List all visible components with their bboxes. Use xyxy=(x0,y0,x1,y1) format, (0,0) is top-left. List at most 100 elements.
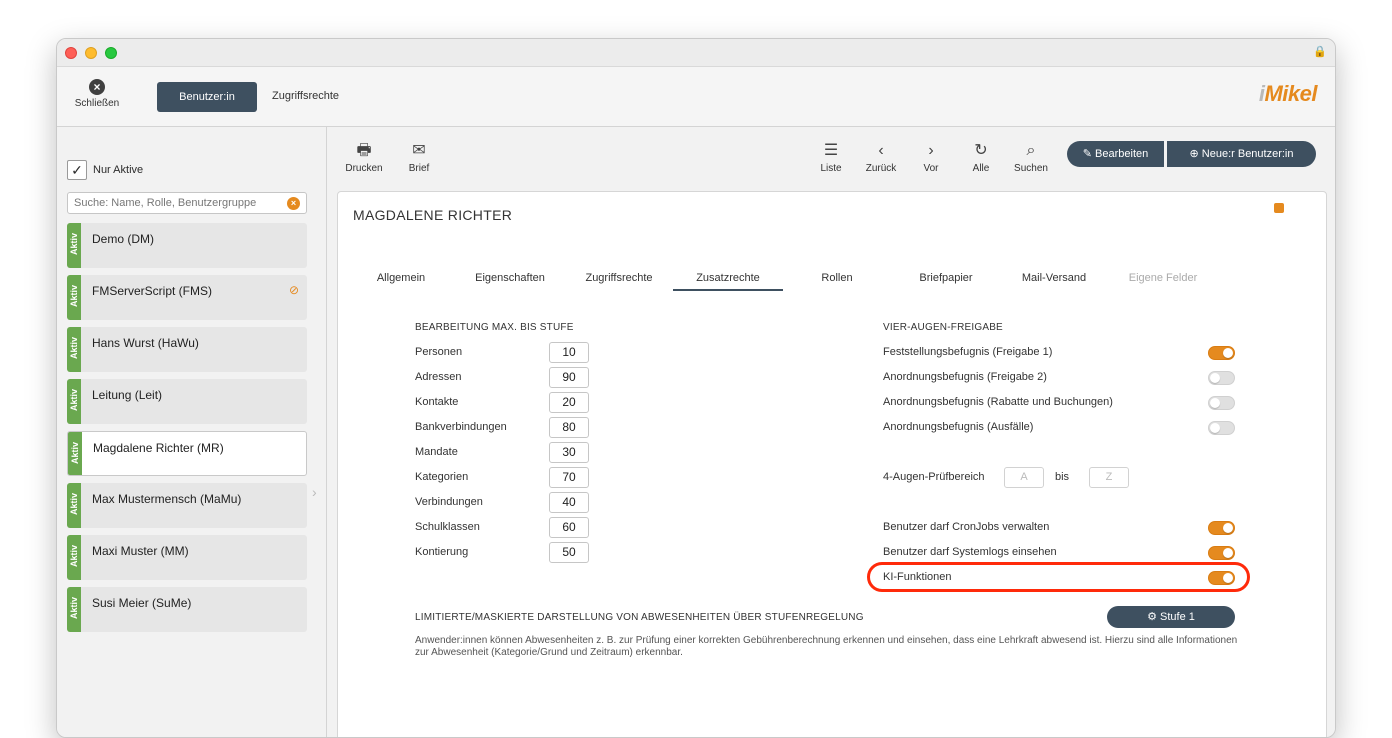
tab-mail-versand[interactable]: Mail-Versand xyxy=(999,272,1109,289)
tab-benutzer[interactable]: Benutzer:in xyxy=(157,82,257,112)
user-list-item[interactable]: Aktiv Hans Wurst (HaWu) xyxy=(67,327,307,372)
level-input[interactable]: 70 xyxy=(549,467,589,488)
level-input[interactable]: 40 xyxy=(549,492,589,513)
toggle-freigabe-1[interactable] xyxy=(1208,346,1235,360)
level-input[interactable]: 10 xyxy=(549,342,589,363)
printer-icon: 🖶 xyxy=(356,142,372,159)
note-icon[interactable] xyxy=(1274,203,1284,213)
all-button[interactable]: ↻ Alle xyxy=(959,141,1003,174)
filter-label: Nur Aktive xyxy=(93,164,144,176)
field-label: Kategorien xyxy=(415,471,469,483)
level-input[interactable]: 80 xyxy=(549,417,589,438)
status-strip: Aktiv xyxy=(67,535,81,580)
user-name: Max Mustermensch (MaMu) xyxy=(92,492,242,506)
forward-button[interactable]: › Vor xyxy=(909,141,953,174)
chevron-right-icon: › xyxy=(312,484,317,500)
print-label: Drucken xyxy=(345,163,383,174)
user-list-item-selected[interactable]: Aktiv Magdalene Richter (MR) xyxy=(67,431,307,476)
tab-zugriffsrechte[interactable]: Zugriffsrechte xyxy=(272,90,339,102)
user-name: Leitung (Leit) xyxy=(92,388,163,402)
stufe-button[interactable]: ⚙ Stufe 1 xyxy=(1107,606,1235,628)
page-title: MAGDALENE RICHTER xyxy=(353,207,513,223)
user-name: Demo (DM) xyxy=(92,232,154,246)
field-label: Kontakte xyxy=(415,396,459,408)
range-to-input[interactable]: Z xyxy=(1089,467,1129,488)
forward-label: Vor xyxy=(923,163,939,174)
tab-eigenschaften[interactable]: Eigenschaften xyxy=(455,272,565,289)
pencil-icon: ✎ xyxy=(1082,148,1096,160)
title-bar: 🔒 xyxy=(57,39,1335,67)
nur-aktive-checkbox[interactable]: ✓ xyxy=(67,160,87,180)
user-name: Susi Meier (SuMe) xyxy=(92,596,192,610)
user-list-item[interactable]: Aktiv Maxi Muster (MM) xyxy=(67,535,307,580)
list-label: Liste xyxy=(820,163,842,174)
close-window-button[interactable] xyxy=(65,47,77,59)
stufe-label: Stufe 1 xyxy=(1160,611,1195,623)
section-vier-augen-heading: VIER-AUGEN-FREIGABE xyxy=(883,322,1003,333)
tab-briefpapier[interactable]: Briefpapier xyxy=(891,272,1001,289)
lock-icon: 🔒 xyxy=(1313,46,1327,58)
toggle-freigabe-2[interactable] xyxy=(1208,371,1235,385)
ki-highlight-outline xyxy=(867,562,1250,592)
letter-button[interactable]: ✉ Brief xyxy=(397,141,441,174)
field-label: Adressen xyxy=(415,371,462,383)
clear-search-icon[interactable]: × xyxy=(287,197,300,210)
field-label: Bankverbindungen xyxy=(415,421,507,433)
zoom-window-button[interactable] xyxy=(105,47,117,59)
edit-label: Bearbeiten xyxy=(1095,148,1149,160)
toggle-systemlogs[interactable] xyxy=(1208,546,1235,560)
level-input[interactable]: 90 xyxy=(549,367,589,388)
close-label: Schließen xyxy=(74,98,120,109)
user-list-item[interactable]: Aktiv Demo (DM) xyxy=(67,223,307,268)
user-list-item[interactable]: Aktiv FMServerScript (FMS) ⊘ xyxy=(67,275,307,320)
plus-circle-icon: ⊕ xyxy=(1189,148,1202,160)
field-label: Personen xyxy=(415,346,463,358)
range-from-input[interactable]: A xyxy=(1004,467,1044,488)
detail-card: MAGDALENE RICHTER Allgemein Eigenschafte… xyxy=(337,191,1327,737)
field-label: Mandate xyxy=(415,446,458,458)
imikel-logo: iMikel xyxy=(1258,81,1318,106)
status-strip: Aktiv xyxy=(67,223,81,268)
list-button[interactable]: ☰ Liste xyxy=(809,141,853,174)
tab-zusatzrechte[interactable]: Zusatzrechte xyxy=(673,272,783,291)
range-separator: bis xyxy=(1055,471,1070,483)
tab-allgemein[interactable]: Allgemein xyxy=(346,272,456,289)
back-label: Zurück xyxy=(865,163,897,174)
absence-description: Anwender:innen können Abwesenheiten z. B… xyxy=(415,635,1238,658)
tab-zugriffsrechte[interactable]: Zugriffsrechte xyxy=(564,272,674,289)
toggle-ausfaelle[interactable] xyxy=(1208,421,1235,435)
field-label: Verbindungen xyxy=(415,496,483,508)
new-user-button[interactable]: ⊕ Neue:r Benutzer:in xyxy=(1167,141,1316,167)
all-label: Alle xyxy=(972,163,990,174)
edit-button[interactable]: ✎ Bearbeiten xyxy=(1067,141,1164,167)
eye-slash-icon: ⊘ xyxy=(288,283,299,297)
level-input[interactable]: 20 xyxy=(549,392,589,413)
toggle-rabatte-buchungen[interactable] xyxy=(1208,396,1235,410)
minimize-window-button[interactable] xyxy=(85,47,97,59)
chevron-right-icon: › xyxy=(928,142,934,159)
chevron-left-icon: ‹ xyxy=(878,142,884,159)
gear-icon: ⚙ xyxy=(1147,611,1161,623)
search-label: Suchen xyxy=(1014,163,1048,174)
user-list-item[interactable]: Aktiv Susi Meier (SuMe) xyxy=(67,587,307,632)
close-button[interactable]: × Schließen xyxy=(71,79,123,109)
toggle-label: Feststellungsbefugnis (Freigabe 1) xyxy=(883,346,1053,358)
level-input[interactable]: 60 xyxy=(549,517,589,538)
level-input[interactable]: 50 xyxy=(549,542,589,563)
print-button[interactable]: 🖶 Drucken xyxy=(342,141,386,174)
user-list-item[interactable]: Aktiv Max Mustermensch (MaMu) xyxy=(67,483,307,528)
search-button[interactable]: ⌕ Suchen xyxy=(1009,141,1053,174)
user-name: Maxi Muster (MM) xyxy=(92,544,189,558)
search-input[interactable]: Suche: Name, Rolle, Benutzergruppe × xyxy=(67,192,307,214)
tab-eigene-felder: Eigene Felder xyxy=(1128,272,1198,284)
field-label: Kontierung xyxy=(415,546,469,558)
user-list-item[interactable]: Aktiv Leitung (Leit) xyxy=(67,379,307,424)
user-name: Hans Wurst (HaWu) xyxy=(92,336,199,350)
refresh-icon: ↻ xyxy=(974,142,988,159)
status-strip: Aktiv xyxy=(67,327,81,372)
filter-active-row: ✓ Nur Aktive xyxy=(67,160,143,180)
toggle-cronjobs[interactable] xyxy=(1208,521,1235,535)
tab-rollen[interactable]: Rollen xyxy=(782,272,892,289)
back-button[interactable]: ‹ Zurück xyxy=(859,141,903,174)
level-input[interactable]: 30 xyxy=(549,442,589,463)
